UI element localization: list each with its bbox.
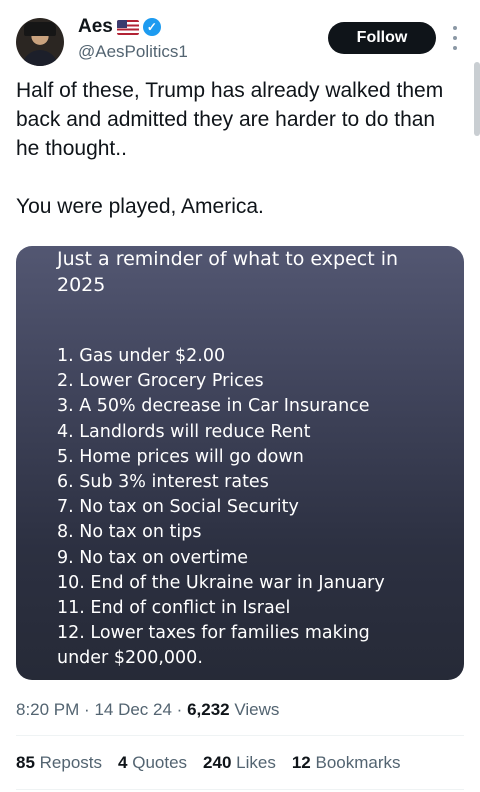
- list-item: 8. No tax on tips: [57, 522, 202, 543]
- image-title: Just a reminder of what to expect in 202…: [57, 248, 399, 296]
- quotes-label: Quotes: [132, 753, 188, 772]
- image-list: 1. Gas under $2.00 2. Lower Grocery Pric…: [57, 344, 385, 672]
- avatar-body: [22, 50, 58, 66]
- quotes-stat[interactable]: 4 Quotes: [118, 753, 187, 773]
- list-item: 1. Gas under $2.00: [57, 346, 226, 366]
- author-name-row[interactable]: Aes ✓: [78, 16, 161, 38]
- tweet-meta: 8:20 PM · 14 Dec 24 · 6,232 Views: [16, 700, 279, 720]
- more-options-icon[interactable]: [450, 26, 460, 50]
- divider: [16, 789, 464, 790]
- views-label: Views: [234, 700, 280, 719]
- list-item: under $200,000.: [57, 648, 203, 669]
- bookmarks-stat[interactable]: 12 Bookmarks: [292, 753, 401, 773]
- author-handle[interactable]: @AesPolitics1: [78, 42, 188, 62]
- tweet-time[interactable]: 8:20 PM: [16, 700, 79, 719]
- list-item: 9. No tax on overtime: [57, 547, 249, 568]
- likes-label: Likes: [236, 753, 276, 772]
- likes-stat[interactable]: 240 Likes: [203, 753, 276, 773]
- scrollbar-thumb[interactable]: [474, 62, 480, 136]
- list-item: 12. Lower taxes for families making: [57, 623, 370, 644]
- tweet-text: Half of these, Trump has already walked …: [16, 76, 460, 221]
- likes-count: 240: [203, 753, 232, 772]
- tweet-date[interactable]: 14 Dec 24: [94, 700, 172, 719]
- quotes-count: 4: [118, 753, 128, 772]
- views-count: 6,232: [187, 700, 230, 719]
- tweet-paragraph-2: You were played, America.: [16, 195, 264, 218]
- reposts-count: 85: [16, 753, 35, 772]
- avatar[interactable]: [16, 18, 64, 66]
- divider: [16, 735, 464, 736]
- follow-button[interactable]: Follow: [328, 22, 436, 54]
- list-item: 2. Lower Grocery Prices: [57, 371, 264, 392]
- list-item: 6. Sub 3% interest rates: [57, 472, 269, 493]
- list-item: 4. Landlords will reduce Rent: [57, 421, 311, 442]
- bookmarks-label: Bookmarks: [315, 753, 401, 772]
- list-item: 11. End of conflict in Israel: [57, 598, 291, 619]
- tweet-image[interactable]: Just a reminder of what to expect in 202…: [16, 246, 464, 680]
- verified-badge-icon[interactable]: ✓: [142, 18, 161, 36]
- author-name[interactable]: Aes: [78, 16, 113, 38]
- engagement-stats: 85 Reposts 4 Quotes 240 Likes 12 Bookmar…: [16, 753, 401, 773]
- bookmarks-count: 12: [291, 753, 311, 772]
- list-item: 3. A 50% decrease in Car Insurance: [57, 396, 370, 417]
- list-item: 7. No tax on Social Security: [57, 497, 299, 518]
- us-flag-icon: [116, 19, 139, 35]
- reposts-label: Reposts: [39, 753, 103, 772]
- list-item: 10. End of the Ukraine war in January: [57, 572, 385, 593]
- tweet-paragraph-1: Half of these, Trump has already walked …: [16, 79, 444, 160]
- meta-separator: ·: [176, 700, 188, 719]
- reposts-stat[interactable]: 85 Reposts: [16, 753, 102, 773]
- avatar-hat: [24, 22, 56, 36]
- meta-separator: ·: [84, 700, 95, 719]
- list-item: 5. Home prices will go down: [57, 446, 304, 467]
